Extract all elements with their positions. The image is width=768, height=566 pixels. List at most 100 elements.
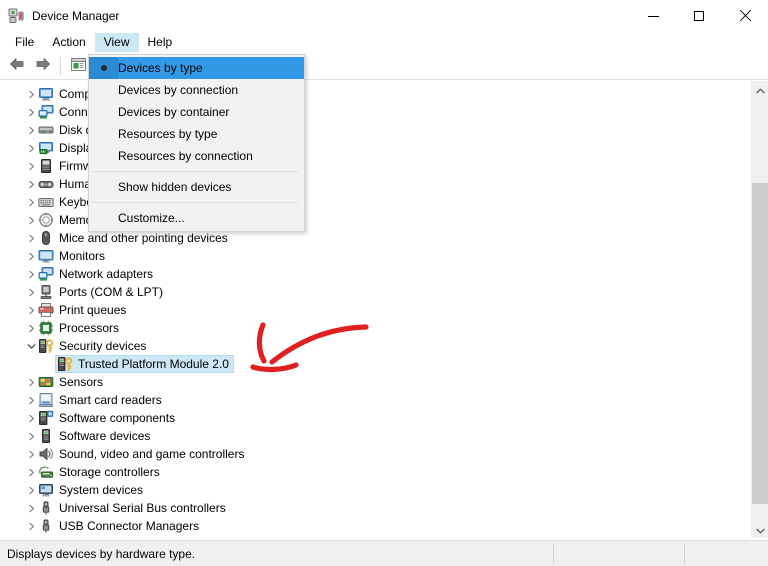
forward-arrow-icon (34, 56, 52, 75)
software-device-icon (38, 428, 54, 444)
tree-row-content: Sound, video and game controllers (38, 446, 244, 462)
menubar-item-view[interactable]: View (94, 32, 139, 52)
tree-row-content: System devices (38, 482, 143, 498)
tree-row[interactable]: Security devices (0, 337, 742, 355)
chevron-right-icon[interactable] (24, 193, 38, 211)
close-button[interactable] (722, 0, 768, 32)
tree-row-label: Print queues (59, 303, 127, 317)
tree-row[interactable]: Monitors (0, 247, 742, 265)
window-title: Device Manager (32, 9, 120, 23)
tree-row-content: Storage controllers (38, 464, 160, 480)
network-computer-icon (38, 104, 54, 120)
menu-item-show-hidden-devices[interactable]: Show hidden devices (89, 176, 304, 198)
tree-row[interactable]: Smart card readers (0, 391, 742, 409)
tree-row[interactable]: Universal Serial Bus controllers (0, 499, 742, 517)
port-icon (38, 284, 54, 300)
properties-icon (70, 57, 87, 75)
usb-icon (38, 500, 54, 516)
tree-row-label: Monitors (59, 249, 106, 263)
chevron-right-icon[interactable] (24, 103, 38, 121)
menu-item-devices-by-type[interactable]: Devices by type (89, 57, 304, 79)
tree-row-label: Sound, video and game controllers (59, 447, 245, 461)
menu-item-resources-by-connection[interactable]: Resources by connection (89, 145, 304, 167)
tree-row[interactable]: Software components (0, 409, 742, 427)
scroll-up-button[interactable] (752, 81, 768, 98)
menubar-item-action[interactable]: Action (43, 33, 94, 52)
chevron-right-icon[interactable] (24, 283, 38, 301)
computer-icon (38, 86, 54, 102)
menu-item-label: Resources by type (118, 127, 218, 141)
chevron-right-icon[interactable] (24, 265, 38, 283)
vertical-scrollbar[interactable] (751, 81, 768, 538)
chevron-right-icon[interactable] (24, 445, 38, 463)
back-button[interactable] (4, 54, 30, 78)
tree-row[interactable]: Storage controllers (0, 463, 742, 481)
tree-row[interactable]: Ports (COM & LPT) (0, 283, 742, 301)
menu-item-customize[interactable]: Customize... (89, 207, 304, 229)
chevron-right-icon[interactable] (24, 247, 38, 265)
menubar-item-file[interactable]: File (6, 33, 43, 52)
tree-row[interactable]: Print queues (0, 301, 742, 319)
menu-item-label: Devices by connection (118, 83, 239, 97)
tree-row[interactable]: Sensors (0, 373, 742, 391)
scroll-down-button[interactable] (752, 521, 768, 538)
chevron-right-icon[interactable] (24, 499, 38, 517)
chevron-right-icon[interactable] (24, 463, 38, 481)
chevron-right-icon[interactable] (24, 157, 38, 175)
memory-icon (38, 212, 54, 228)
menu-gutter (89, 79, 118, 101)
chevron-right-icon[interactable] (24, 211, 38, 229)
sensor-icon (38, 374, 54, 390)
tree-row-label: Mice and other pointing devices (59, 231, 228, 245)
chevron-right-icon[interactable] (24, 175, 38, 193)
chevron-right-icon[interactable] (24, 517, 38, 535)
menubar-item-help[interactable]: Help (139, 33, 182, 52)
tree-row[interactable]: Trusted Platform Module 2.0 (0, 355, 742, 373)
chevron-right-icon[interactable] (24, 319, 38, 337)
status-divider-1 (553, 545, 554, 564)
tree-row[interactable]: Processors (0, 319, 742, 337)
chevron-right-icon[interactable] (24, 301, 38, 319)
smart-card-reader-icon (38, 392, 54, 408)
chevron-right-icon[interactable] (24, 481, 38, 499)
tree-row-content: Mice and other pointing devices (38, 230, 228, 246)
tree-row-label: System devices (59, 483, 144, 497)
view-dropdown-menu[interactable]: Devices by type Devices by connection Devi… (88, 54, 305, 232)
tree-row-label: Universal Serial Bus controllers (59, 501, 226, 515)
monitor-icon (38, 248, 54, 264)
chevron-right-icon[interactable] (24, 373, 38, 391)
menu-item-devices-by-container[interactable]: Devices by container (89, 101, 304, 123)
tree-row-label: USB Connector Managers (59, 519, 200, 533)
menu-gutter (89, 123, 118, 145)
maximize-button[interactable] (676, 0, 722, 32)
mouse-icon (38, 230, 54, 246)
software-component-icon (38, 410, 54, 426)
chevron-right-icon[interactable] (24, 139, 38, 157)
chevron-right-icon[interactable] (24, 391, 38, 409)
usb-icon (38, 518, 54, 534)
device-manager-icon (8, 8, 24, 24)
chevron-right-icon[interactable] (24, 121, 38, 139)
forward-button[interactable] (30, 54, 56, 78)
menu-gutter (89, 207, 118, 229)
back-arrow-icon (8, 56, 26, 75)
maximize-icon (694, 11, 704, 21)
chevron-right-icon[interactable] (24, 427, 38, 445)
menu-item-resources-by-type[interactable]: Resources by type (89, 123, 304, 145)
tree-row[interactable]: Network adapters (0, 265, 742, 283)
scrollbar-thumb[interactable] (752, 182, 768, 505)
menu-item-devices-by-connection[interactable]: Devices by connection (89, 79, 304, 101)
tree-row[interactable]: Sound, video and game controllers (0, 445, 742, 463)
chevron-right-icon[interactable] (24, 409, 38, 427)
chevron-down-icon[interactable] (24, 337, 38, 355)
tree-row[interactable]: USB Connector Managers (0, 517, 742, 535)
tree-row-label: Software devices (59, 429, 151, 443)
tree-row-content: Sensors (38, 374, 103, 390)
tree-row-selected: Trusted Platform Module 2.0 (55, 355, 234, 373)
chevron-right-icon[interactable] (24, 85, 38, 103)
tree-row[interactable]: System devices (0, 481, 742, 499)
minimize-button[interactable] (630, 0, 676, 32)
chevron-right-icon[interactable] (24, 229, 38, 247)
tree-row[interactable]: Software devices (0, 427, 742, 445)
